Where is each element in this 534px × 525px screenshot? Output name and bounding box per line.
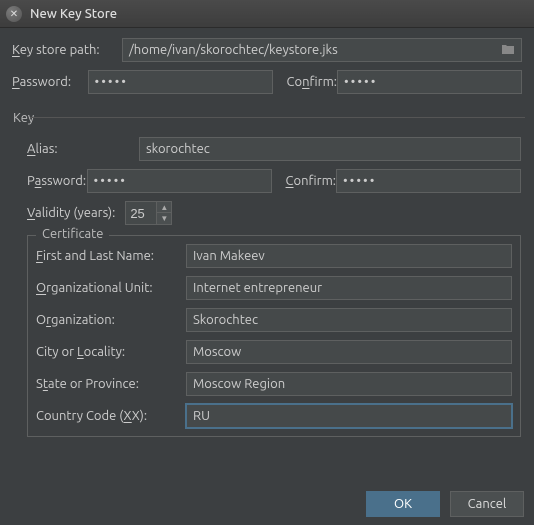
key-section-label: Key: [13, 111, 34, 125]
org-unit-label: Organizational Unit:: [36, 281, 186, 295]
key-confirm-input[interactable]: [336, 169, 521, 193]
certificate-legend: Certificate: [36, 227, 109, 241]
confirm-label: Confirm:: [287, 75, 337, 89]
org-unit-input[interactable]: [186, 276, 512, 300]
dialog-content: Key store path: /home/ivan/skorochtec/ke…: [0, 28, 534, 446]
ok-button[interactable]: OK: [366, 491, 440, 517]
dialog-footer: OK Cancel: [366, 491, 524, 517]
key-password-label: Password:: [27, 174, 87, 188]
key-confirm-label: Confirm:: [286, 174, 336, 188]
org-input[interactable]: [186, 308, 512, 332]
validity-label: Validity (years):: [27, 206, 115, 220]
alias-input[interactable]: [139, 137, 521, 161]
certificate-fieldset: Certificate First and Last Name: Organiz…: [27, 235, 521, 437]
cancel-button[interactable]: Cancel: [450, 491, 524, 517]
password-input[interactable]: [88, 70, 273, 94]
city-label: City or Locality:: [36, 345, 186, 359]
spinner-down-icon[interactable]: ▼: [157, 213, 171, 224]
divider: [30, 117, 525, 118]
city-input[interactable]: [186, 340, 512, 364]
state-input[interactable]: [186, 372, 512, 396]
first-last-label: First and Last Name:: [36, 249, 186, 263]
country-input[interactable]: [186, 404, 512, 428]
key-section: Key Alias: Password: Confirm: Validity (…: [12, 102, 522, 438]
org-label: Organization:: [36, 313, 186, 327]
alias-label: Alias:: [27, 142, 139, 156]
validity-spinner[interactable]: ▲ ▼: [125, 201, 172, 225]
confirm-input[interactable]: [337, 70, 522, 94]
spinner-up-icon[interactable]: ▲: [157, 202, 171, 213]
validity-input[interactable]: [126, 206, 156, 221]
state-label: State or Province:: [36, 377, 186, 391]
keystore-path-field[interactable]: /home/ivan/skorochtec/keystore.jks: [122, 38, 522, 62]
country-label: Country Code (XX):: [36, 409, 186, 423]
titlebar: ✕ New Key Store: [0, 0, 534, 28]
key-password-input[interactable]: [87, 169, 272, 193]
window-title: New Key Store: [30, 7, 117, 21]
close-icon[interactable]: ✕: [6, 6, 22, 22]
first-last-input[interactable]: [186, 244, 512, 268]
folder-icon[interactable]: [501, 43, 515, 58]
keystore-path-value: /home/ivan/skorochtec/keystore.jks: [129, 43, 338, 57]
password-label: Password:: [12, 75, 88, 89]
keystore-path-label: Key store path:: [12, 43, 122, 57]
